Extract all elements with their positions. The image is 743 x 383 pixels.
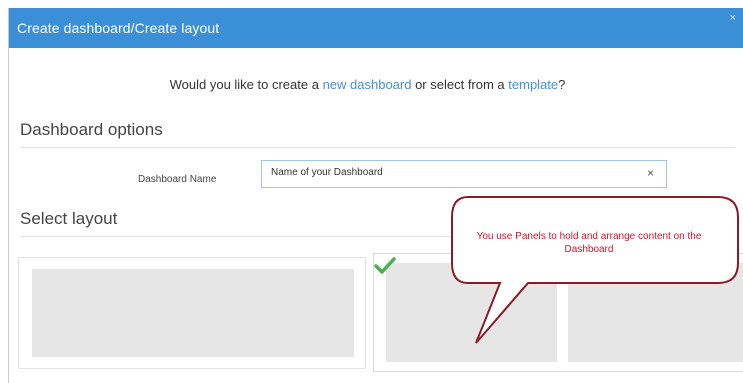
dialog-titlebar: Create dashboard/Create layout × (9, 8, 743, 48)
intro-text: Would you like to create a new dashboard… (0, 77, 735, 92)
dashboard-name-field[interactable]: × (261, 160, 667, 188)
intro-suffix: ? (558, 77, 566, 92)
intro-middle: or select from a (411, 77, 509, 92)
checkmark-icon (374, 257, 396, 274)
layout-option-single[interactable] (18, 257, 366, 369)
section-divider (20, 147, 735, 148)
dashboard-name-label: Dashboard Name (138, 174, 217, 185)
select-layout-heading: Select layout (20, 209, 118, 228)
dashboard-options-heading: Dashboard options (20, 120, 163, 139)
template-link[interactable]: template (508, 77, 558, 92)
clear-input-icon[interactable]: × (647, 166, 654, 180)
callout-bubble (451, 196, 739, 344)
layout-panel (32, 269, 354, 357)
close-icon[interactable]: × (730, 12, 736, 24)
callout-text: You use Panels to hold and arrange conte… (476, 231, 702, 255)
dialog-title: Create dashboard/Create layout (17, 20, 220, 36)
new-dashboard-link[interactable]: new dashboard (323, 77, 412, 92)
dashboard-name-input[interactable] (271, 167, 631, 178)
intro-prefix: Would you like to create a (169, 77, 323, 92)
